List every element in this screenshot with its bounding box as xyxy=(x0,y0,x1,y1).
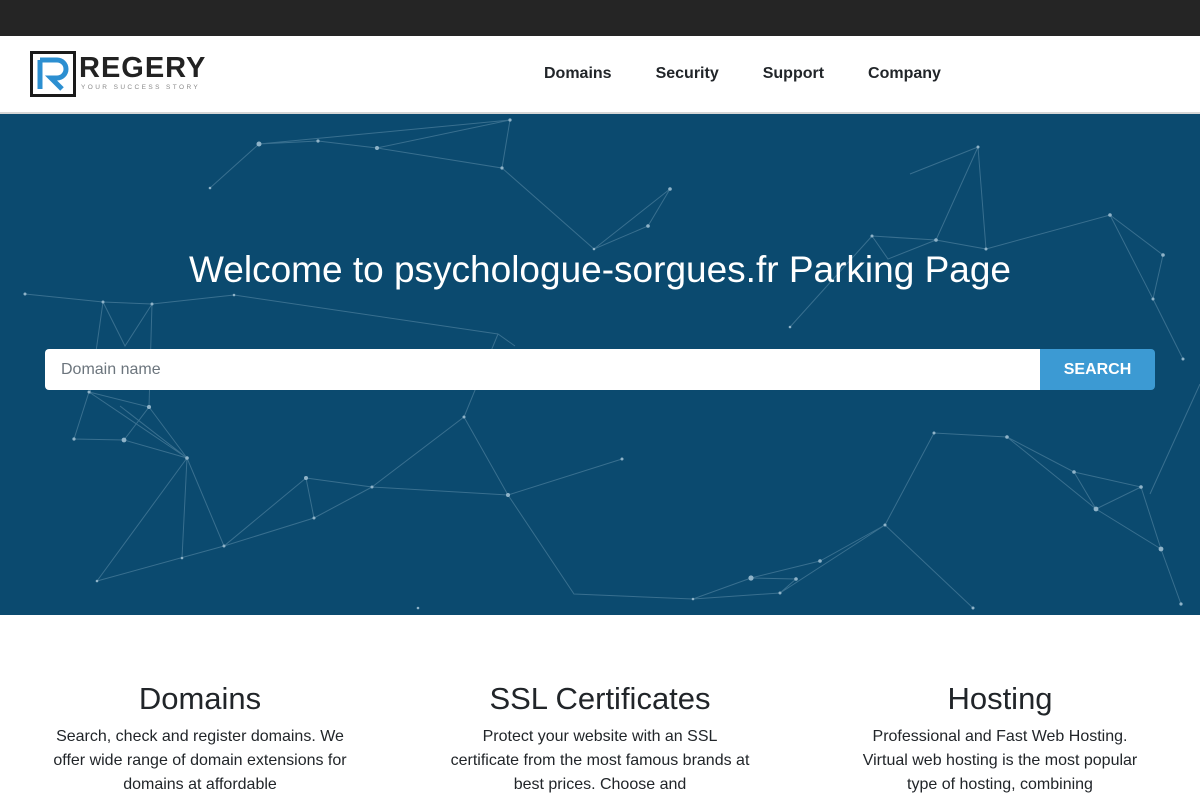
regery-logo[interactable]: REGERY YOUR SUCCESS STORY xyxy=(30,51,206,97)
top-bar xyxy=(0,0,1200,36)
navbar: REGERY YOUR SUCCESS STORY Domains Securi… xyxy=(0,36,1200,114)
nav-item-support[interactable]: Support xyxy=(763,65,824,83)
domain-search-form: SEARCH xyxy=(45,349,1155,390)
domain-search-input[interactable] xyxy=(45,349,1040,390)
feature-title: Domains xyxy=(138,681,262,716)
hero-section: Welcome to psychologue-sorgues.fr Parkin… xyxy=(0,114,1200,615)
hero-title: Welcome to psychologue-sorgues.fr Parkin… xyxy=(189,249,1011,290)
logo-tagline: YOUR SUCCESS STORY xyxy=(81,84,201,91)
feature-domains: Domains Search, check and register domai… xyxy=(50,679,350,797)
feature-hosting: Hosting Professional and Fast Web Hostin… xyxy=(850,679,1150,797)
nav-item-domains[interactable]: Domains xyxy=(544,65,612,83)
feature-text: Search, check and register domains. We o… xyxy=(53,728,347,793)
main-nav: Domains Security Support Company xyxy=(522,36,963,112)
nav-item-security[interactable]: Security xyxy=(656,65,719,83)
feature-text: Protect your website with an SSL certifi… xyxy=(450,728,750,793)
nav-item-company[interactable]: Company xyxy=(868,65,941,83)
feature-text: Professional and Fast Web Hosting. Virtu… xyxy=(862,728,1138,793)
feature-title: SSL Certificates xyxy=(489,681,711,716)
logo-wordmark: REGERY xyxy=(79,52,207,84)
features-section: Domains Search, check and register domai… xyxy=(0,615,1200,800)
feature-title: Hosting xyxy=(947,681,1053,716)
regery-logo-icon xyxy=(30,51,76,97)
search-button[interactable]: SEARCH xyxy=(1040,349,1155,390)
feature-ssl-certificates: SSL Certificates Protect your website wi… xyxy=(450,679,750,797)
